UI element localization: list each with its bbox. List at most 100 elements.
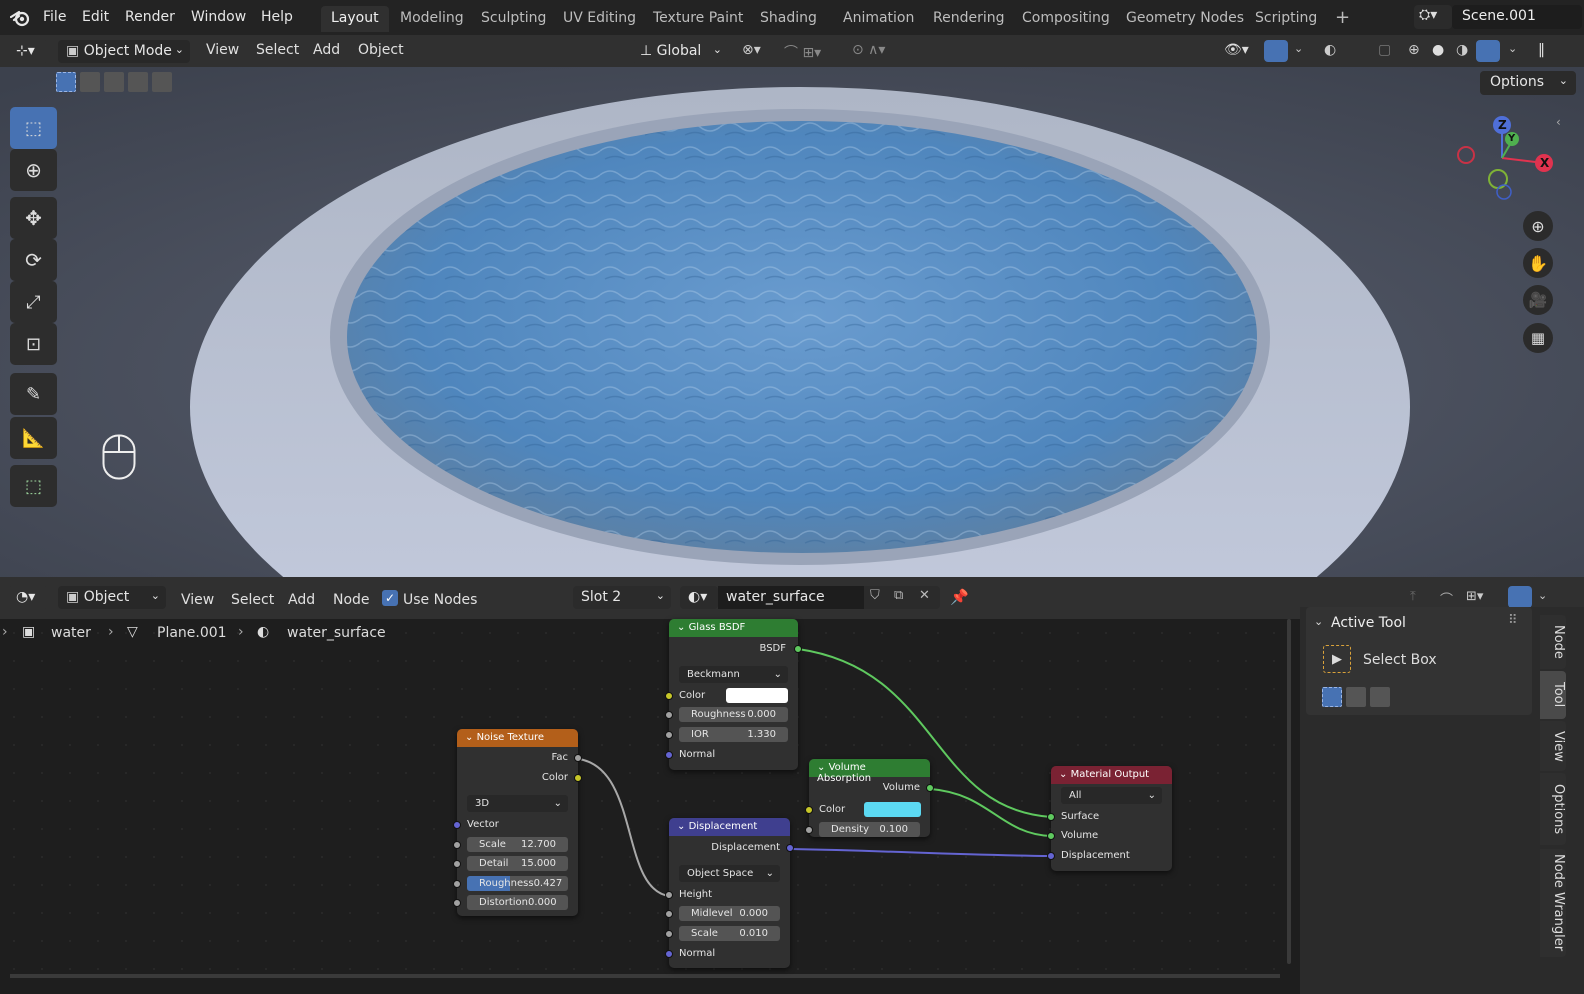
chevron-down-icon[interactable]: ⌄: [1508, 42, 1517, 55]
input-socket[interactable]: [453, 841, 461, 849]
editor-type-button[interactable]: ⊹▾: [8, 40, 48, 63]
add-cube-tool[interactable]: ⬚: [10, 465, 57, 507]
tab-node-wrangler[interactable]: Node Wrangler: [1540, 849, 1566, 957]
tab-uv-editing[interactable]: UV Editing: [553, 6, 646, 32]
select-extend-icon[interactable]: [1346, 687, 1366, 707]
displacement-node[interactable]: ⌄ Displacement Displacement Object Space…: [665, 818, 794, 968]
select-box-tool[interactable]: ⬚: [10, 107, 57, 149]
rotate-tool[interactable]: ⟳: [10, 239, 57, 281]
camera-view-button[interactable]: 🎥: [1523, 285, 1553, 315]
tab-view[interactable]: View: [1540, 721, 1566, 771]
slot-dropdown[interactable]: Slot 2 ⌄: [573, 586, 671, 609]
node-header[interactable]: ⌄ Material Output: [1051, 766, 1172, 784]
vertical-scrollbar[interactable]: [1287, 619, 1291, 964]
scale-field[interactable]: Scale 12.700: [467, 837, 568, 852]
drag-handle-icon[interactable]: ⠿: [1508, 613, 1518, 628]
tab-layout[interactable]: Layout: [321, 6, 389, 32]
material-shading-icon[interactable]: ◑: [1456, 42, 1468, 58]
tab-node[interactable]: Node: [1540, 615, 1566, 669]
solid-shading-icon[interactable]: ●: [1432, 42, 1444, 58]
menu-render[interactable]: Render: [125, 9, 175, 25]
select-new-icon[interactable]: [1322, 687, 1342, 707]
dimensions-dropdown[interactable]: 3D ⌄: [467, 795, 568, 812]
glass-bsdf-node[interactable]: ⌄ Glass BSDF BSDF Beckmann ⌄ Color Roughn…: [665, 619, 802, 770]
3d-viewport[interactable]: Options ⌄ ⬚ ⊕ ✥ ⟳ ⤢ ⊡ ✎ 📐 ⬚ Z Y X ⊕ ✋ 🎥 ▦…: [0, 67, 1584, 577]
wireframe-shading-icon[interactable]: ⊕: [1408, 42, 1420, 58]
node-menu-select[interactable]: Select: [231, 592, 274, 608]
scale-field[interactable]: Scale 0.010: [679, 926, 780, 941]
scene-name-field[interactable]: Scene.001: [1452, 5, 1582, 29]
output-socket[interactable]: [574, 754, 582, 762]
material-name-field[interactable]: water_surface: [718, 586, 864, 609]
node-menu-add[interactable]: Add: [288, 592, 315, 608]
space-dropdown[interactable]: Object Space ⌄: [679, 865, 780, 882]
scale-tool[interactable]: ⤢: [10, 281, 57, 323]
input-socket[interactable]: [1047, 832, 1055, 840]
select-new-icon[interactable]: [56, 72, 76, 92]
material-browse-button[interactable]: ◐▾: [680, 586, 718, 609]
input-socket[interactable]: [453, 880, 461, 888]
overlay-toggle-button[interactable]: [1508, 586, 1532, 608]
tab-geometry-nodes[interactable]: Geometry Nodes: [1116, 6, 1254, 32]
menu-view[interactable]: View: [206, 42, 239, 58]
select-subtract-icon[interactable]: [1370, 687, 1390, 707]
select-extend-icon[interactable]: [80, 72, 100, 92]
detail-field[interactable]: Detail 15.000: [467, 856, 568, 871]
cursor-tool[interactable]: ⊕: [10, 149, 57, 191]
tab-shading[interactable]: Shading: [750, 6, 827, 32]
gizmo-toggle-button[interactable]: [1264, 40, 1288, 62]
output-socket[interactable]: [786, 844, 794, 852]
parent-node-tree-icon[interactable]: ⤒: [1410, 589, 1416, 604]
visibility-icon[interactable]: 👁▾: [1224, 42, 1249, 58]
distortion-field[interactable]: Distortion 0.000: [467, 895, 568, 910]
output-socket[interactable]: [574, 774, 582, 782]
output-socket[interactable]: [794, 645, 802, 653]
node-menu-view[interactable]: View: [181, 592, 214, 608]
pivot-icon[interactable]: ⊗▾: [742, 42, 761, 58]
menu-edit[interactable]: Edit: [82, 9, 109, 25]
material-output-node[interactable]: ⌄ Material Output All ⌄ Surface Volume Di…: [1047, 766, 1172, 871]
use-nodes-checkbox[interactable]: ✓: [382, 590, 398, 606]
distribution-dropdown[interactable]: Beckmann ⌄: [679, 666, 788, 683]
node-header[interactable]: ⌄ Volume Absorption: [809, 759, 930, 784]
menu-window[interactable]: Window: [191, 9, 246, 25]
rendered-shading-icon[interactable]: [1476, 40, 1500, 62]
move-tool[interactable]: ✥: [10, 197, 57, 239]
node-header[interactable]: ⌄ Displacement: [669, 818, 790, 836]
transform-tool[interactable]: ⊡: [10, 323, 57, 365]
menu-file[interactable]: File: [43, 9, 66, 25]
menu-select[interactable]: Select: [256, 42, 299, 58]
color-swatch[interactable]: [864, 802, 921, 817]
transform-orientation-dropdown[interactable]: ⊥ Global ⌄: [632, 40, 728, 63]
tab-rendering[interactable]: Rendering: [923, 6, 1015, 32]
proportional-edit-icon[interactable]: ⊙ ∧▾: [852, 42, 885, 58]
input-socket[interactable]: [1047, 813, 1055, 821]
input-socket[interactable]: [453, 821, 461, 829]
midlevel-field[interactable]: Midlevel 0.000: [679, 906, 780, 921]
node-editor-type-button[interactable]: ◔▾: [8, 586, 48, 609]
chevron-down-icon[interactable]: ⌄: [1314, 615, 1323, 628]
input-socket[interactable]: [665, 692, 673, 700]
add-workspace-icon[interactable]: +: [1335, 7, 1350, 28]
select-intersect-icon[interactable]: [152, 72, 172, 92]
input-socket[interactable]: [805, 806, 813, 814]
input-socket[interactable]: [665, 751, 673, 759]
node-header[interactable]: ⌄ Noise Texture: [457, 729, 578, 747]
annotate-tool[interactable]: ✎: [10, 373, 57, 415]
xray-icon[interactable]: ▢: [1378, 42, 1391, 58]
input-socket[interactable]: [665, 930, 673, 938]
input-socket[interactable]: [665, 711, 673, 719]
blender-logo-icon[interactable]: [10, 8, 32, 28]
snap-icon[interactable]: ⌒: [1440, 589, 1453, 608]
output-socket[interactable]: [926, 784, 934, 792]
input-socket[interactable]: [1047, 852, 1055, 860]
zoom-button[interactable]: ⊕: [1523, 211, 1553, 241]
node-header[interactable]: ⌄ Glass BSDF: [669, 619, 798, 637]
roughness-slider[interactable]: Roughness 0.427: [467, 876, 568, 891]
input-socket[interactable]: [665, 891, 673, 899]
mode-dropdown[interactable]: ▣ Object Mode ⌄: [58, 40, 190, 63]
color-swatch[interactable]: [726, 688, 788, 703]
input-socket[interactable]: [665, 950, 673, 958]
scene-selector-button[interactable]: ⛭▾: [1414, 5, 1452, 29]
tab-sculpting[interactable]: Sculpting: [471, 6, 556, 32]
